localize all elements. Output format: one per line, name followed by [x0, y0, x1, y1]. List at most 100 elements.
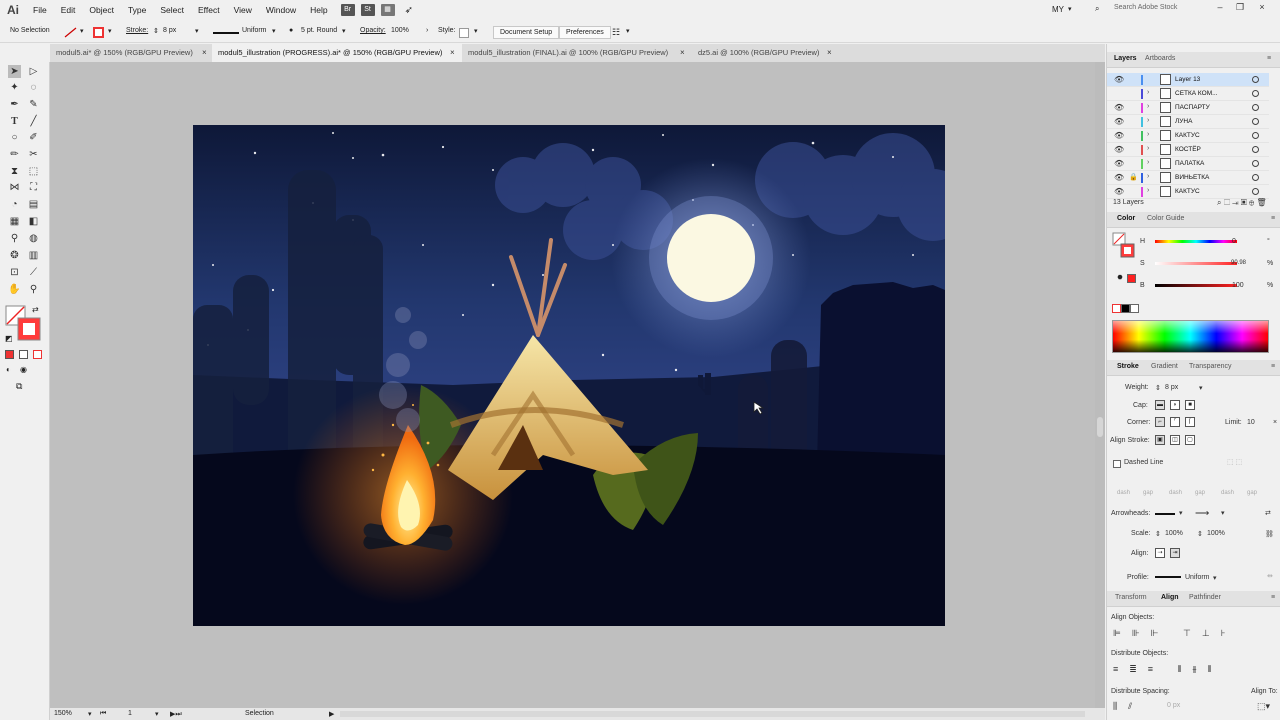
brightness-slider[interactable]	[1155, 284, 1237, 287]
start-arrowhead-select[interactable]	[1155, 513, 1175, 515]
menu-object[interactable]: Object	[82, 5, 121, 15]
expand-arrow-icon[interactable]: ›	[1147, 159, 1149, 166]
eye-icon[interactable]: 👁	[1114, 159, 1124, 168]
stepper-icon[interactable]: ⇕	[153, 27, 159, 35]
white-swatch[interactable]	[1130, 304, 1139, 313]
layer-row[interactable]: 👁 › ПАСПАРТУ	[1107, 101, 1269, 115]
shape-builder-tool-icon[interactable]: ◔	[8, 198, 21, 211]
chevron-down-icon[interactable]: ▾	[626, 27, 630, 35]
none-mode-icon[interactable]	[33, 350, 42, 359]
stroke-weight-field[interactable]: 8 px	[163, 27, 176, 34]
close-icon[interactable]: ×	[827, 48, 832, 57]
panel-menu-icon[interactable]: ≡	[1271, 363, 1275, 370]
out-of-gamut-icon[interactable]: ⬣	[1115, 274, 1125, 284]
menu-select[interactable]: Select	[153, 5, 191, 15]
eye-icon[interactable]: 👁	[1114, 187, 1124, 196]
layer-row[interactable]: 👁 › КОСТЁР	[1107, 143, 1269, 157]
menu-edit[interactable]: Edit	[54, 5, 83, 15]
menu-effect[interactable]: Effect	[191, 5, 227, 15]
butt-cap-icon[interactable]: ▬	[1155, 400, 1165, 410]
saturation-slider[interactable]	[1155, 262, 1237, 265]
chevron-right-icon[interactable]: ▶	[329, 710, 334, 718]
document-canvas[interactable]	[50, 62, 1105, 708]
chevron-down-icon[interactable]: ▾	[80, 27, 84, 35]
chevron-down-icon[interactable]: ▾	[1221, 509, 1225, 517]
blend-tool-icon[interactable]: ◍	[27, 232, 40, 245]
chevron-down-icon[interactable]: ▾	[108, 27, 112, 35]
layer-row[interactable]: 👁 › ПАЛАТКА	[1107, 157, 1269, 171]
round-cap-icon[interactable]: ◗	[1170, 400, 1180, 410]
expand-arrow-icon[interactable]: ›	[1147, 173, 1149, 180]
align-objects-icons[interactable]: ⊫⊪⊩ ⊤⊥⊦	[1113, 628, 1236, 639]
artboard-prev-icon[interactable]: ⏮	[100, 710, 106, 718]
projecting-cap-icon[interactable]: ■	[1185, 400, 1195, 410]
panel-menu-icon[interactable]: ≡	[1271, 594, 1275, 601]
gradient-mode-icon[interactable]	[19, 350, 28, 359]
menu-file[interactable]: File	[26, 5, 54, 15]
chevron-down-icon[interactable]: ▾	[88, 710, 92, 718]
status-tool-display[interactable]: Selection	[245, 710, 274, 717]
eye-icon[interactable]: 👁	[1114, 173, 1124, 182]
chevron-down-icon[interactable]: ▾	[1213, 574, 1217, 582]
target-icon[interactable]	[1252, 118, 1259, 125]
arrange-documents-icon[interactable]: ▦	[380, 4, 395, 16]
fill-swatch[interactable]	[93, 27, 104, 38]
gpu-performance-icon[interactable]: ➶	[405, 5, 413, 16]
layer-name[interactable]: ВИНЬЕТКА	[1175, 174, 1209, 181]
workspace-switcher[interactable]: MY	[1052, 5, 1064, 14]
tab-gradient[interactable]: Gradient	[1151, 363, 1178, 370]
close-icon[interactable]: ×	[1273, 419, 1277, 426]
eye-icon[interactable]: 👁	[1114, 131, 1124, 140]
layer-actions-icon[interactable]: ⌕ ⬚ ⇥ ▣ ⊕ 🗑	[1217, 198, 1267, 208]
menu-view[interactable]: View	[227, 5, 259, 15]
mesh-tool-icon[interactable]: ▦	[8, 215, 21, 228]
tab-document-4[interactable]: dz5.ai @ 100% (RGB/GPU Preview)	[692, 44, 832, 62]
none-swatch[interactable]	[1112, 304, 1121, 313]
zoom-field[interactable]: 150%	[54, 710, 72, 717]
layer-name[interactable]: КОСТЁР	[1175, 146, 1201, 153]
dashed-line-checkbox[interactable]	[1113, 460, 1121, 468]
close-icon[interactable]: ×	[680, 48, 685, 57]
panel-menu-icon[interactable]: ≡	[1271, 215, 1275, 222]
layer-name[interactable]: ЛУНА	[1175, 118, 1192, 125]
panel-menu-icon[interactable]: ≡	[1267, 55, 1271, 62]
line-tool-icon[interactable]: ╱	[27, 115, 40, 128]
layer-row[interactable]: 👁 › КАКТУС	[1107, 129, 1269, 143]
limit-field[interactable]: 10	[1247, 419, 1255, 426]
close-window-button[interactable]: ×	[1256, 2, 1268, 14]
target-icon[interactable]	[1252, 90, 1259, 97]
brush-definition[interactable]: 5 pt. Round	[301, 27, 337, 34]
selection-tool-icon[interactable]: ➤	[8, 65, 21, 78]
chevron-down-icon[interactable]: ▾	[195, 27, 199, 35]
tab-pathfinder[interactable]: Pathfinder	[1189, 594, 1221, 601]
direct-selection-tool-icon[interactable]: ▷	[27, 65, 40, 78]
perspective-grid-tool-icon[interactable]: ▤	[27, 198, 40, 211]
column-graph-tool-icon[interactable]: ▥	[27, 249, 40, 262]
start-scale-field[interactable]: 100%	[1165, 530, 1183, 537]
vertical-scrollbar[interactable]	[1095, 62, 1105, 708]
paintbrush-tool-icon[interactable]: ✐	[27, 131, 40, 144]
spacing-field[interactable]: 0 px	[1167, 702, 1180, 709]
target-icon[interactable]	[1252, 160, 1259, 167]
distribute-objects-icons[interactable]: ≡≣≡ ⫴⫵⫴	[1113, 664, 1222, 675]
stroke-label[interactable]: Stroke:	[126, 27, 148, 34]
target-icon[interactable]	[1252, 146, 1259, 153]
scissors-tool-icon[interactable]: ✂	[27, 148, 40, 161]
stroke-swatch-icon[interactable]	[64, 27, 78, 38]
h-value[interactable]: 0	[1232, 238, 1236, 245]
graphic-style-swatch[interactable]	[459, 28, 469, 38]
color-spectrum[interactable]	[1112, 320, 1269, 353]
shaper-tool-icon[interactable]: ✏	[8, 148, 21, 161]
default-colors-icon[interactable]: ◩	[5, 334, 13, 343]
artboard-next-icon[interactable]: ▶⏭	[170, 710, 182, 719]
bridge-icon[interactable]: Br	[340, 4, 355, 16]
type-tool-icon[interactable]: T	[8, 115, 21, 128]
pen-tool-icon[interactable]: ✒	[8, 98, 21, 111]
draw-inside-icon[interactable]: ◉	[20, 365, 27, 374]
chevron-down-icon[interactable]: ▾	[1179, 509, 1183, 517]
distribute-spacing-icons[interactable]: ⫼⫽	[1113, 701, 1143, 712]
stepper-icon[interactable]: ⇕	[1155, 530, 1161, 538]
layer-row[interactable]: › СЕТКА КОМ...	[1107, 87, 1269, 101]
align-outside-stroke-icon[interactable]: ▢	[1185, 435, 1195, 445]
layer-name[interactable]: СЕТКА КОМ...	[1175, 90, 1218, 97]
